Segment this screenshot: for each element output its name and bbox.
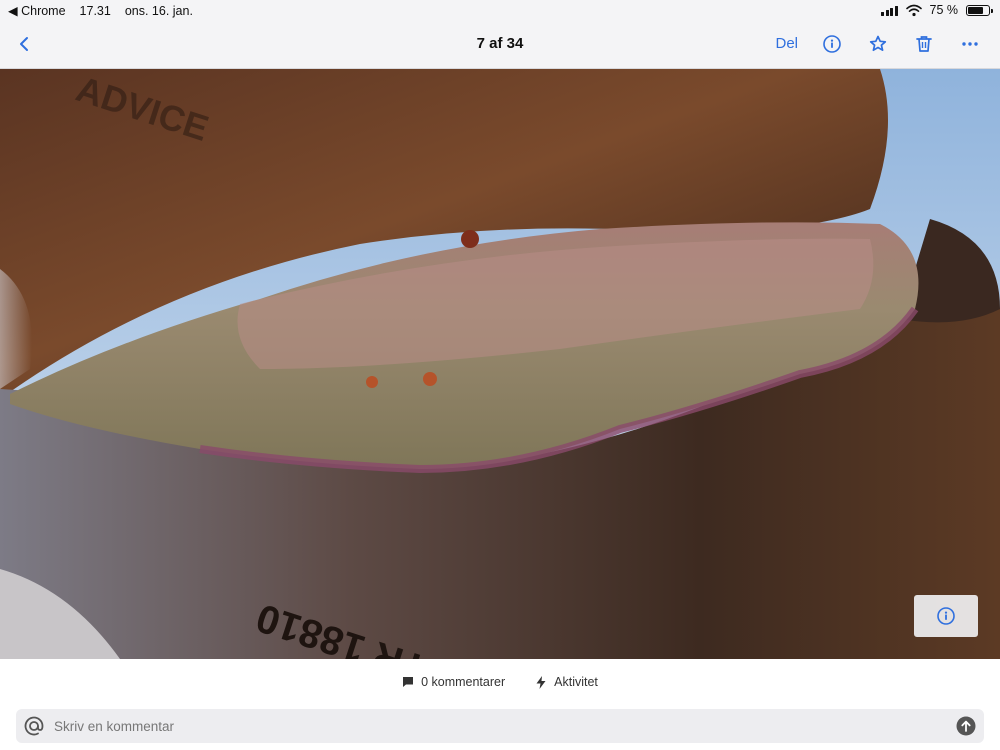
status-time: 17.31 (79, 3, 111, 18)
share-button[interactable]: Del (775, 32, 798, 56)
info-icon[interactable] (820, 32, 844, 56)
comments-count[interactable]: 0 kommentarer (402, 675, 505, 689)
back-to-app-link[interactable]: ◀ Chrome (8, 3, 66, 18)
at-sign-icon[interactable] (22, 714, 46, 738)
star-icon[interactable] (866, 32, 890, 56)
info-icon (937, 607, 955, 625)
trash-icon[interactable] (912, 32, 936, 56)
send-arrow-icon[interactable] (956, 716, 976, 736)
comment-icon (403, 677, 414, 687)
photo-view[interactable]: ADVICE DIN. TR 18810 (0, 69, 1000, 659)
status-bar: ◀ Chrome 17.31 ons. 16. jan. 75 % (0, 0, 1000, 22)
signal-icon (881, 5, 898, 16)
comment-input[interactable] (54, 709, 934, 743)
activity-label: Aktivitet (554, 675, 598, 689)
rusty-pipe-fracture-photo: ADVICE DIN. TR 18810 (0, 69, 1000, 659)
activity-link[interactable]: Aktivitet (535, 675, 598, 689)
battery-icon (966, 4, 993, 16)
photo-viewer-header: 7 af 34 Del (0, 22, 1000, 69)
status-date: ons. 16. jan. (124, 3, 193, 18)
comment-bar (16, 709, 984, 743)
photo-stats: 0 kommentarer Aktivitet (0, 660, 1000, 704)
battery-percent: 75 % (929, 3, 959, 17)
more-options-icon[interactable] (958, 32, 982, 56)
comments-label: 0 kommentarer (421, 675, 506, 689)
lightning-icon (536, 675, 546, 689)
photo-info-button[interactable] (914, 595, 978, 637)
wifi-icon (905, 4, 922, 16)
